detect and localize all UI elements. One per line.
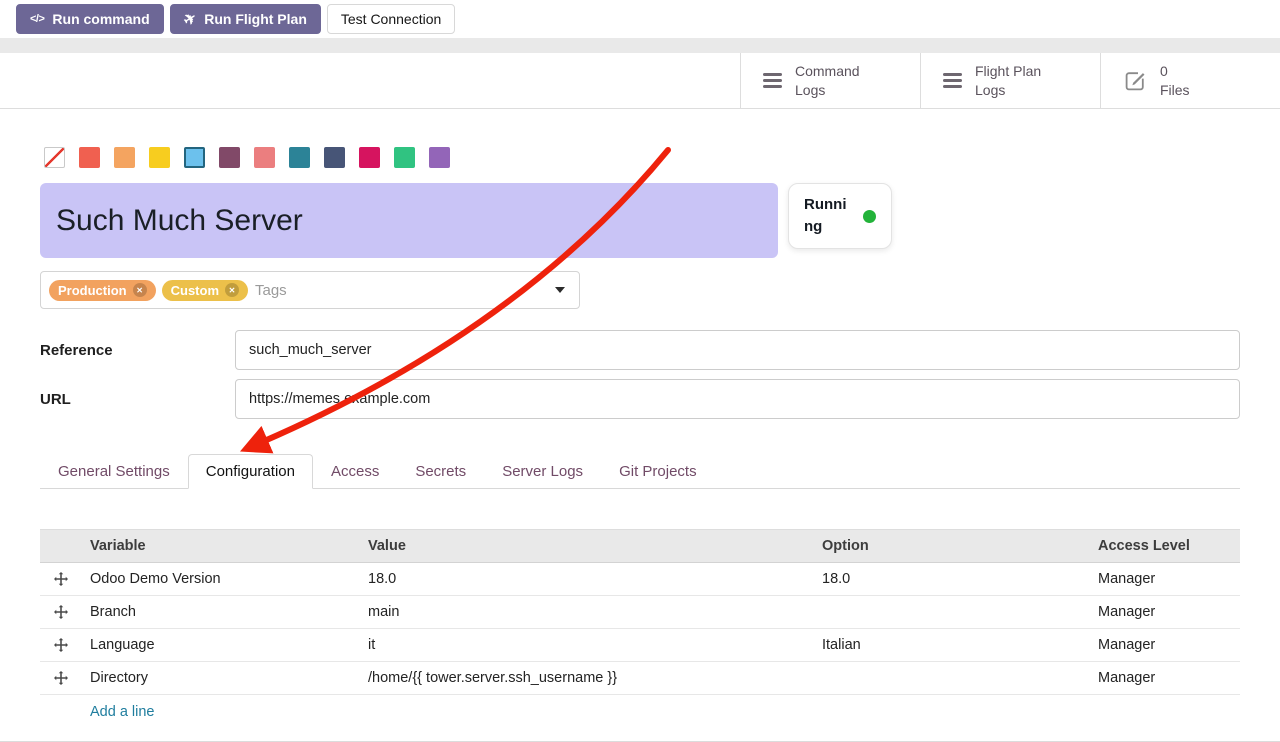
files-label: Files — [1160, 81, 1190, 99]
run-command-button[interactable]: </> Run command — [16, 4, 164, 34]
color-swatch-2[interactable] — [114, 147, 135, 168]
command-logs-label: Command Logs — [795, 62, 883, 98]
color-swatch-1[interactable] — [79, 147, 100, 168]
color-swatch-4[interactable] — [184, 147, 205, 168]
table-row[interactable]: Branchmain Manager — [40, 596, 1240, 629]
handle-column-header — [40, 530, 90, 563]
tab-server-logs[interactable]: Server Logs — [484, 454, 601, 489]
tag-remove-icon[interactable]: ✕ — [133, 283, 147, 297]
value-cell[interactable]: 18.0 — [368, 563, 822, 596]
drag-handle-icon[interactable] — [40, 662, 90, 695]
add-line-spacer — [40, 695, 90, 730]
value-cell[interactable]: main — [368, 596, 822, 629]
server-name-input[interactable] — [40, 183, 778, 258]
color-swatch-10[interactable] — [394, 147, 415, 168]
value-cell[interactable]: it — [368, 629, 822, 662]
option-cell[interactable] — [822, 662, 1098, 695]
page: </> Run command ✈ Run Flight Plan Test C… — [0, 0, 1280, 742]
status-label: Running — [804, 194, 852, 238]
variable-cell[interactable]: Directory — [90, 662, 368, 695]
option-cell[interactable] — [822, 596, 1098, 629]
variable-cell[interactable]: Odoo Demo Version — [90, 563, 368, 596]
access-level-cell[interactable]: Manager — [1098, 596, 1240, 629]
command-logs-button[interactable]: Command Logs — [740, 53, 920, 108]
access-level-cell[interactable]: Manager — [1098, 563, 1240, 596]
color-palette — [40, 147, 1240, 168]
tags-input[interactable]: Production ✕ Custom ✕ Tags — [40, 271, 580, 309]
option-cell[interactable]: Italian — [822, 629, 1098, 662]
flight-plan-logs-label: Flight Plan Logs — [975, 62, 1063, 98]
run-flight-plan-button[interactable]: ✈ Run Flight Plan — [170, 4, 321, 34]
tags-list: Production ✕ Custom ✕ — [49, 280, 248, 301]
drag-handle-icon[interactable] — [40, 596, 90, 629]
variable-cell[interactable]: Language — [90, 629, 368, 662]
status-card: Running — [788, 183, 892, 249]
column-header-option: Option — [822, 530, 1098, 563]
tag-label: Custom — [171, 283, 219, 298]
color-swatch-5[interactable] — [219, 147, 240, 168]
tab-general-settings[interactable]: General Settings — [40, 454, 188, 489]
tab-access[interactable]: Access — [313, 454, 397, 489]
url-input[interactable] — [235, 379, 1240, 419]
tag-production[interactable]: Production ✕ — [49, 280, 156, 301]
tag-remove-icon[interactable]: ✕ — [225, 283, 239, 297]
chevron-down-icon[interactable] — [555, 287, 565, 293]
tag-label: Production — [58, 283, 127, 298]
configuration-table: VariableValueOptionAccess Level Odoo Dem… — [40, 529, 1240, 729]
tab-configuration[interactable]: Configuration — [188, 454, 313, 489]
tags-placeholder: Tags — [255, 282, 287, 299]
list-icon — [943, 73, 962, 88]
color-swatch-0[interactable] — [44, 147, 65, 168]
content: Running Production ✕ Custom ✕ Tags Referenc… — [0, 147, 1280, 729]
column-header-variable: Variable — [90, 530, 368, 563]
files-count: 0 — [1160, 62, 1190, 80]
table-row[interactable]: Odoo Demo Version18.018.0Manager — [40, 563, 1240, 596]
reference-input[interactable] — [235, 330, 1240, 370]
flight-plan-logs-button[interactable]: Flight Plan Logs — [920, 53, 1100, 108]
access-level-cell[interactable]: Manager — [1098, 662, 1240, 695]
color-swatch-3[interactable] — [149, 147, 170, 168]
access-level-cell[interactable]: Manager — [1098, 629, 1240, 662]
url-field-row: URL — [40, 379, 1240, 419]
server-name-row: Running — [40, 183, 1240, 258]
code-icon: </> — [30, 13, 44, 25]
tab-git-projects[interactable]: Git Projects — [601, 454, 715, 489]
url-label: URL — [40, 391, 235, 408]
drag-handle-icon[interactable] — [40, 629, 90, 662]
plane-icon: ✈ — [181, 9, 200, 28]
header-stats: Command Logs Flight Plan Logs 0 Files — [0, 53, 1280, 109]
value-cell[interactable]: /home/{{ tower.server.ssh_username }} — [368, 662, 822, 695]
files-button[interactable]: 0 Files — [1100, 53, 1280, 108]
drag-handle-icon[interactable] — [40, 563, 90, 596]
subheader-strip — [0, 38, 1280, 53]
pencil-square-icon — [1123, 69, 1147, 93]
tab-secrets[interactable]: Secrets — [397, 454, 484, 489]
status-dot — [863, 210, 876, 223]
column-header-value: Value — [368, 530, 822, 563]
option-cell[interactable]: 18.0 — [822, 563, 1098, 596]
table-header-row: VariableValueOptionAccess Level — [40, 530, 1240, 563]
run-command-label: Run command — [52, 11, 149, 27]
color-swatch-8[interactable] — [324, 147, 345, 168]
table-body: Odoo Demo Version18.018.0ManagerBranchma… — [40, 563, 1240, 695]
color-swatch-9[interactable] — [359, 147, 380, 168]
reference-label: Reference — [40, 342, 235, 359]
tag-custom[interactable]: Custom ✕ — [162, 280, 248, 301]
add-line-link[interactable]: Add a line — [90, 704, 155, 720]
list-icon — [763, 73, 782, 88]
topbar: </> Run command ✈ Run Flight Plan Test C… — [0, 0, 1280, 38]
tabs: General SettingsConfigurationAccessSecre… — [40, 454, 1240, 489]
reference-field-row: Reference — [40, 330, 1240, 370]
test-connection-button[interactable]: Test Connection — [327, 4, 455, 34]
run-flight-plan-label: Run Flight Plan — [204, 11, 307, 27]
column-header-access-level: Access Level — [1098, 530, 1240, 563]
color-swatch-7[interactable] — [289, 147, 310, 168]
color-swatch-11[interactable] — [429, 147, 450, 168]
add-line-row: Add a line — [40, 695, 1240, 730]
test-connection-label: Test Connection — [341, 11, 441, 27]
table-row[interactable]: Directory/home/{{ tower.server.ssh_usern… — [40, 662, 1240, 695]
table-row[interactable]: LanguageitItalianManager — [40, 629, 1240, 662]
color-swatch-6[interactable] — [254, 147, 275, 168]
variable-cell[interactable]: Branch — [90, 596, 368, 629]
